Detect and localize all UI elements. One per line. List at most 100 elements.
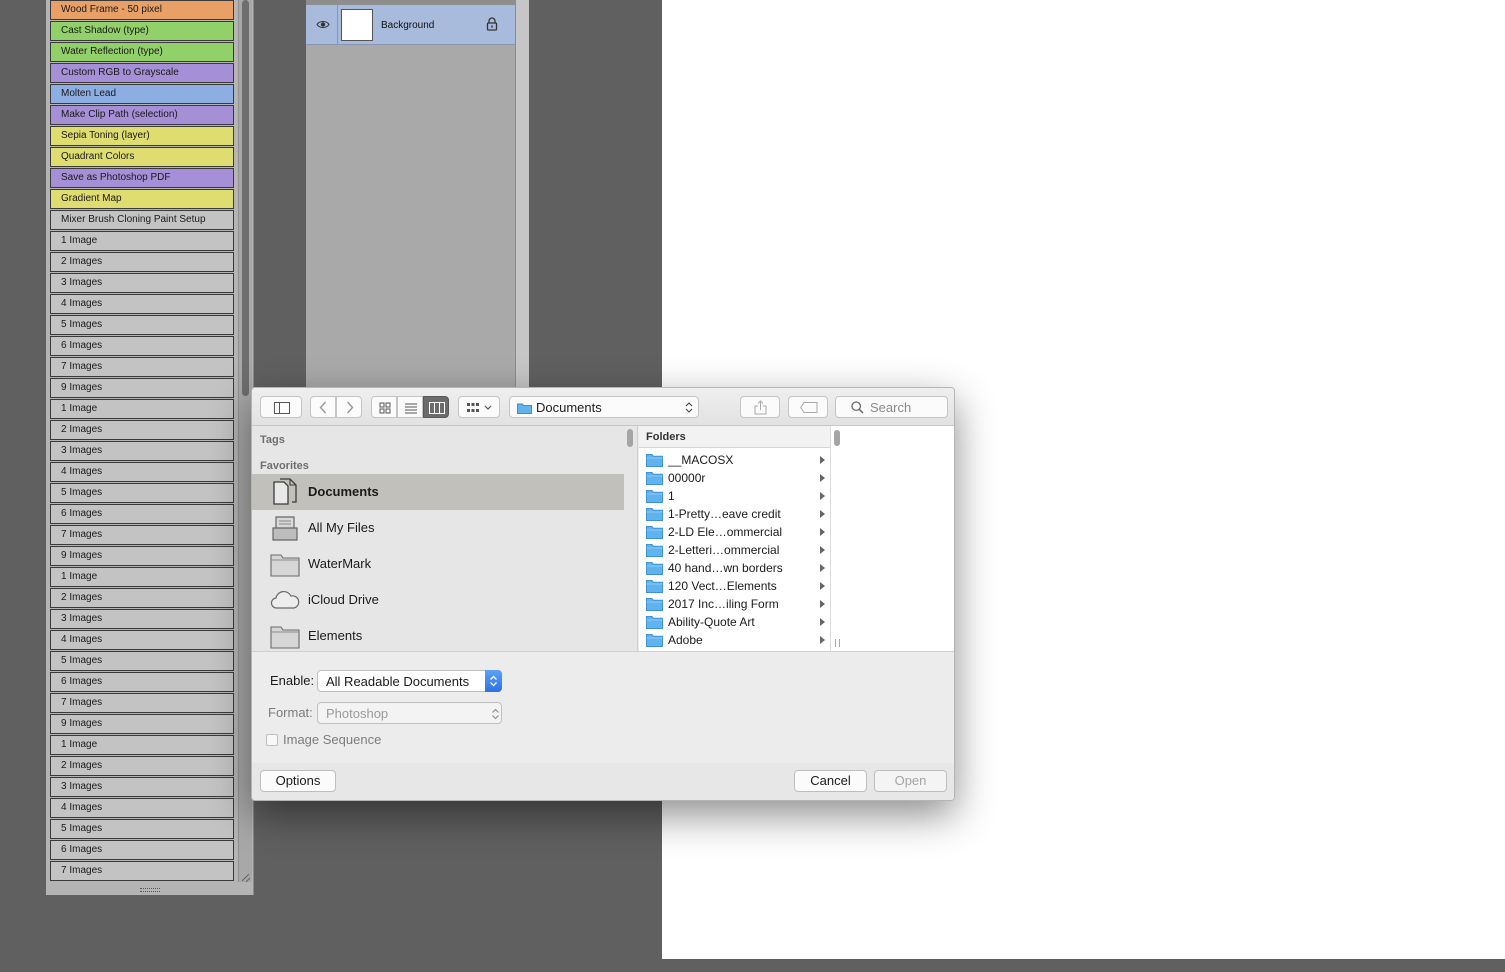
action-item[interactable]: 4 Images (50, 630, 234, 650)
action-item[interactable]: 9 Images (50, 378, 234, 398)
sidebar-item-watermark[interactable]: WaterMark (252, 546, 624, 582)
action-item[interactable]: 7 Images (50, 861, 234, 881)
folder-row[interactable]: 00000r (639, 469, 830, 487)
action-item[interactable]: 7 Images (50, 525, 234, 545)
tags-button[interactable] (788, 396, 828, 418)
sidebar-heading-tags[interactable]: Tags (260, 434, 285, 446)
sidebar-item-elements[interactable]: Elements (252, 618, 624, 651)
action-item[interactable]: Quadrant Colors (50, 147, 234, 167)
action-item[interactable]: 9 Images (50, 546, 234, 566)
action-item[interactable]: 3 Images (50, 441, 234, 461)
disclosure-arrow-icon (820, 510, 825, 518)
sidebar-item-documents[interactable]: Documents (252, 474, 624, 510)
share-icon (754, 400, 767, 415)
action-item[interactable]: 5 Images (50, 819, 234, 839)
arrange-button[interactable] (458, 396, 500, 418)
list-view-button[interactable] (397, 396, 423, 418)
folder-row[interactable]: 2017 Inc…iling Form (639, 595, 830, 613)
location-popup[interactable]: Documents (509, 396, 699, 418)
action-item[interactable]: Save as Photoshop PDF (50, 168, 234, 188)
action-item[interactable]: 2 Images (50, 420, 234, 440)
folder-icon (270, 626, 300, 649)
folder-row[interactable]: 2-Letteri…ommercial (639, 541, 830, 559)
folder-row[interactable]: 120 Vect…Elements (639, 577, 830, 595)
actions-list: Wood Frame - 50 pixel Cast Shadow (type) W… (50, 0, 234, 882)
options-button[interactable]: Options (260, 770, 336, 792)
sidebar-item-icloud-drive[interactable]: iCloud Drive (252, 582, 624, 618)
sidebar-item-label: All My Files (308, 520, 375, 535)
action-item[interactable]: 2 Images (50, 756, 234, 776)
sidebar-toggle-button[interactable] (260, 396, 302, 418)
format-label: Format: (268, 705, 313, 720)
sidebar-scroll-thumb[interactable] (627, 429, 633, 447)
action-item[interactable]: 7 Images (50, 693, 234, 713)
action-item[interactable]: 3 Images (50, 609, 234, 629)
action-item[interactable]: 1 Image (50, 231, 234, 251)
corner-resize-grip-icon[interactable] (242, 874, 250, 882)
folder-row[interactable]: Ability-Quote Art (639, 613, 830, 631)
panel-resize-grip[interactable] (140, 888, 160, 892)
layer-row-background[interactable]: Background (306, 5, 515, 45)
folder-row[interactable]: Adobe (639, 631, 830, 649)
column-scroll-thumb[interactable] (834, 430, 840, 446)
action-item[interactable]: 2 Images (50, 252, 234, 272)
action-item[interactable]: 1 Image (50, 567, 234, 587)
actions-scroll-thumb[interactable] (242, 0, 249, 396)
icon-view-button[interactable] (371, 396, 397, 418)
layer-thumbnail (341, 9, 373, 41)
action-item[interactable]: Make Clip Path (selection) (50, 105, 234, 125)
format-select[interactable]: Photoshop (317, 702, 502, 724)
action-item[interactable]: Mixer Brush Cloning Paint Setup (50, 210, 234, 230)
action-item[interactable]: 7 Images (50, 357, 234, 377)
open-file-dialog: Documents Search Tags Favorites Document… (251, 387, 955, 801)
action-item[interactable]: Custom RGB to Grayscale (50, 63, 234, 83)
action-item[interactable]: 3 Images (50, 273, 234, 293)
folder-row[interactable]: 40 hand…wn borders (639, 559, 830, 577)
column-resize-handle[interactable] (835, 639, 840, 647)
folder-row[interactable]: 1-Pretty…eave credit (639, 505, 830, 523)
layers-scrollbar[interactable] (515, 0, 529, 390)
image-sequence-checkbox[interactable] (266, 734, 278, 746)
forward-button[interactable] (336, 396, 362, 418)
action-item[interactable]: 5 Images (50, 651, 234, 671)
action-item[interactable]: Molten Lead (50, 84, 234, 104)
action-item[interactable]: 2 Images (50, 588, 234, 608)
actions-scrollbar[interactable] (238, 0, 252, 882)
folder-row[interactable]: 1 (639, 487, 830, 505)
sidebar-scrollbar[interactable] (626, 428, 634, 648)
documents-folder-icon (517, 403, 532, 414)
action-item[interactable]: Wood Frame - 50 pixel (50, 0, 234, 20)
action-item[interactable]: 6 Images (50, 336, 234, 356)
column-view-button[interactable] (423, 396, 449, 418)
action-item[interactable]: 6 Images (50, 672, 234, 692)
enable-select[interactable]: All Readable Documents (317, 670, 502, 692)
action-item[interactable]: 5 Images (50, 483, 234, 503)
sidebar-item-label: iCloud Drive (308, 592, 379, 607)
cancel-button[interactable]: Cancel (794, 770, 867, 792)
action-item[interactable]: 9 Images (50, 714, 234, 734)
column-scrollbar[interactable] (834, 430, 841, 648)
action-item[interactable]: 1 Image (50, 735, 234, 755)
sidebar-heading-favorites[interactable]: Favorites (260, 460, 309, 472)
action-item[interactable]: 6 Images (50, 504, 234, 524)
action-item[interactable]: 6 Images (50, 840, 234, 860)
search-input[interactable]: Search (835, 396, 948, 418)
action-item[interactable]: Sepia Toning (layer) (50, 126, 234, 146)
action-item[interactable]: Gradient Map (50, 189, 234, 209)
action-item[interactable]: Water Reflection (type) (50, 42, 234, 62)
action-item[interactable]: Cast Shadow (type) (50, 21, 234, 41)
visibility-eye-icon[interactable] (316, 19, 330, 30)
folder-row[interactable]: __MACOSX (639, 451, 830, 469)
share-button[interactable] (740, 396, 780, 418)
action-item[interactable]: 3 Images (50, 777, 234, 797)
action-item[interactable]: 1 Image (50, 399, 234, 419)
sidebar-item-all-my-files[interactable]: All My Files (252, 510, 624, 546)
folder-row[interactable]: 2-LD Ele…ommercial (639, 523, 830, 541)
action-item[interactable]: 4 Images (50, 294, 234, 314)
action-item[interactable]: 5 Images (50, 315, 234, 335)
open-button[interactable]: Open (874, 770, 947, 792)
action-item[interactable]: 4 Images (50, 462, 234, 482)
action-item[interactable]: 4 Images (50, 798, 234, 818)
back-button[interactable] (310, 396, 336, 418)
folder-name: Ability-Quote Art (668, 615, 755, 629)
